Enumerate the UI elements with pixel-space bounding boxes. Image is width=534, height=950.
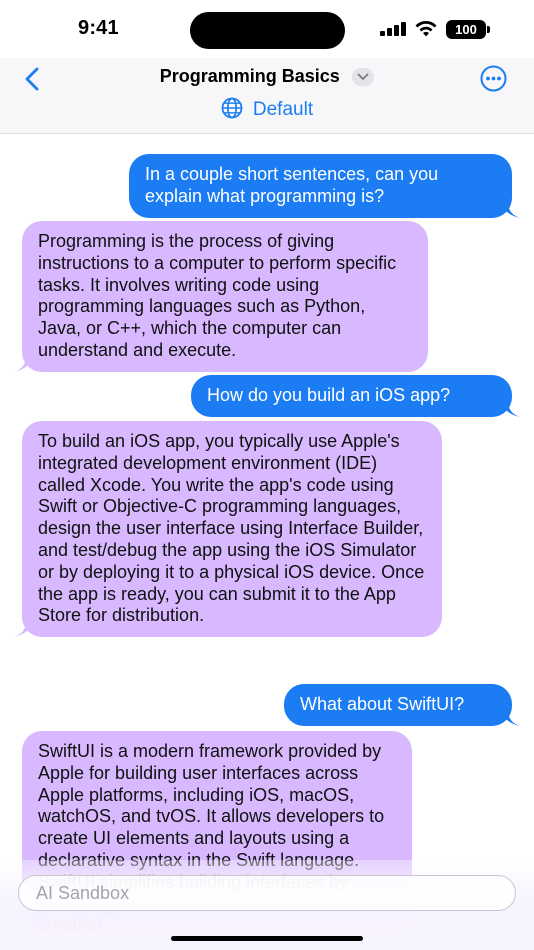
- user-message: In a couple short sentences, can you exp…: [129, 154, 520, 218]
- chevron-down-icon: [352, 67, 375, 86]
- status-bar: 9:41 100: [0, 0, 534, 58]
- message-text: In a couple short sentences, can you exp…: [145, 164, 439, 206]
- globe-icon: [221, 97, 243, 119]
- status-time: 9:41: [78, 17, 119, 39]
- chat-title-menu[interactable]: Programming Basics: [0, 66, 534, 87]
- message-text: What about SwiftUI?: [300, 694, 465, 714]
- model-selector[interactable]: Default: [0, 97, 534, 121]
- cellular-signal-icon: [380, 22, 406, 36]
- bubble-tail: [500, 396, 520, 417]
- home-indicator[interactable]: [171, 936, 363, 941]
- message-text: To build an iOS app, you typically use A…: [38, 431, 425, 626]
- message-text: How do you build an iOS app?: [207, 385, 451, 405]
- bubble-tail: [500, 705, 520, 726]
- more-ellipsis-icon[interactable]: [480, 65, 507, 92]
- dynamic-island: [190, 12, 345, 49]
- assistant-message: Programming is the process of giving ins…: [14, 221, 428, 372]
- message-input[interactable]: [18, 875, 516, 911]
- bubble-tail: [500, 197, 520, 218]
- message-text: Programming is the process of giving ins…: [38, 231, 397, 360]
- wifi-icon: [415, 21, 437, 37]
- battery-icon: 100: [446, 20, 490, 39]
- user-message: How do you build an iOS app?: [191, 375, 520, 417]
- user-message: What about SwiftUI?: [284, 684, 520, 726]
- chat-title: Programming Basics: [159, 66, 340, 86]
- assistant-message: To build an iOS app, you typically use A…: [14, 421, 442, 638]
- chat-header: Programming Basics Default: [0, 58, 534, 134]
- bubble-tail: [14, 351, 34, 372]
- bubble-tail: [14, 617, 34, 638]
- model-label: Default: [252, 99, 314, 121]
